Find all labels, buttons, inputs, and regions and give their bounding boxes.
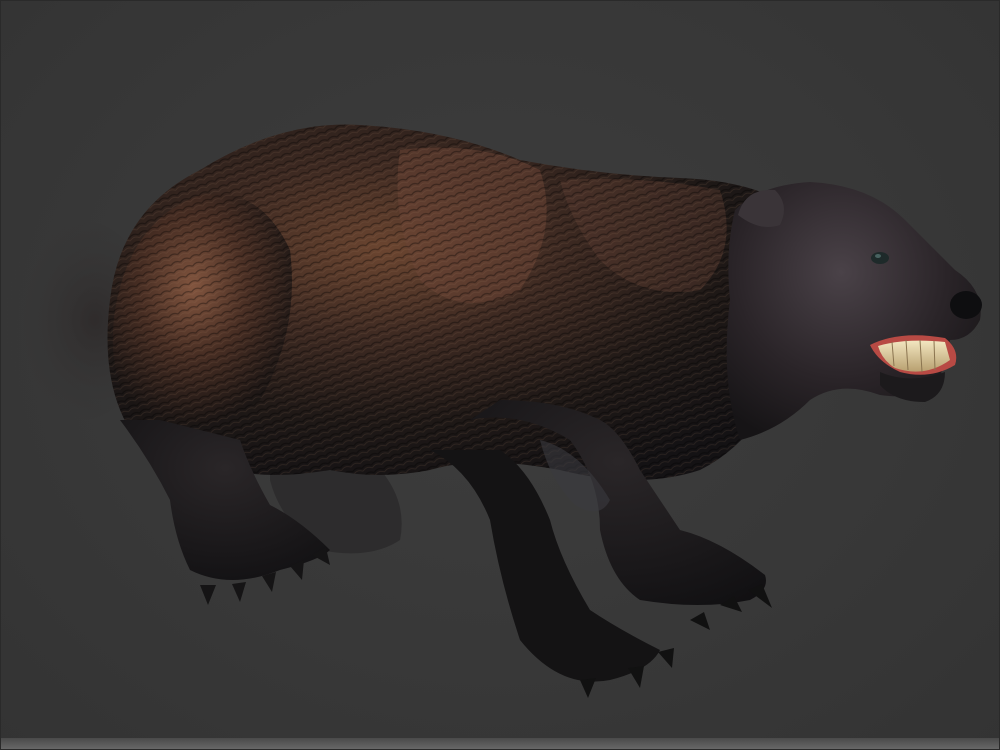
nose: [950, 291, 982, 319]
3d-viewport[interactable]: [0, 0, 1000, 750]
eye-glint: [875, 254, 881, 258]
viewport-bottom-edge: [0, 738, 1000, 750]
eye: [871, 252, 889, 264]
fur-texture: [107, 124, 803, 480]
bear-model-icon[interactable]: [0, 0, 1000, 750]
